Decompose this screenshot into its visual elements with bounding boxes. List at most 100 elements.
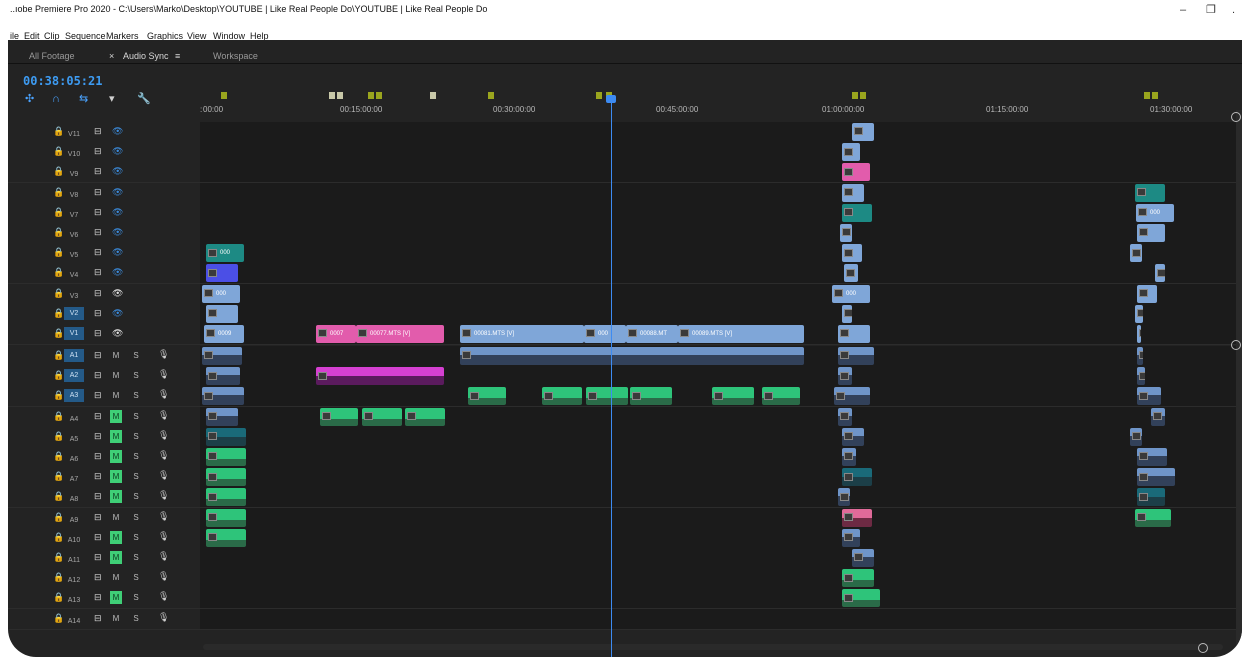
solo-button[interactable]: S [131,450,141,463]
lock-icon[interactable]: 🔒 [53,613,64,623]
mic-icon[interactable]: 🎙 [158,390,169,399]
mute-button[interactable]: M [110,490,122,504]
solo-button[interactable]: S [131,470,141,483]
solo-button[interactable]: S [131,571,141,584]
track-target[interactable]: V10 [64,148,84,161]
zoom-handle[interactable] [1198,643,1208,653]
video-clip[interactable] [1137,284,1157,303]
lock-icon[interactable]: 🔒 [53,288,64,298]
video-clip[interactable] [1155,264,1165,283]
solo-button[interactable]: S [131,349,141,362]
video-clip[interactable] [842,244,862,263]
audio-clip[interactable] [838,367,852,386]
mute-button[interactable]: M [110,612,122,625]
audio-clip[interactable] [206,508,246,527]
audio-clip[interactable] [842,508,872,527]
sync-lock-icon[interactable]: ⊟ [94,573,102,582]
audio-clip[interactable] [206,448,246,466]
audio-clip[interactable] [206,468,246,487]
eye-icon[interactable]: 👁 [112,147,123,156]
mute-button[interactable]: M [110,349,122,362]
lock-icon[interactable]: 🔒 [53,351,64,360]
audio-clip[interactable] [468,387,506,406]
audio-clip[interactable] [206,488,246,507]
lock-icon[interactable]: 🔒 [53,593,64,602]
sync-lock-icon[interactable]: ⊟ [94,371,102,380]
tab-close-icon[interactable]: × [109,52,114,61]
track-lane[interactable] [200,568,1242,589]
timeline-marker[interactable] [488,92,494,99]
audio-clip[interactable] [1130,427,1142,446]
track-lane[interactable] [200,588,1242,609]
playhead-timecode[interactable]: 00:38:05:21 [23,74,102,88]
track-target[interactable]: A1 [64,349,84,362]
track-lane[interactable] [200,527,1242,548]
audio-clip[interactable] [1137,347,1143,365]
track-lane[interactable] [200,122,1242,142]
audio-clip[interactable] [460,347,804,365]
eye-icon[interactable]: 👁 [112,248,123,257]
track-target[interactable]: A13 [64,594,84,607]
track-lane[interactable] [200,182,1242,203]
tab-audio-sync[interactable]: Audio Sync [123,52,169,61]
timeline-marker[interactable] [376,92,382,99]
lock-icon[interactable]: 🔒 [53,268,64,277]
track-lane[interactable] [200,507,1242,528]
video-clip[interactable] [206,304,238,323]
mute-button[interactable]: M [110,409,122,423]
sync-lock-icon[interactable]: ⊟ [94,288,102,298]
mic-icon[interactable]: 🎙 [158,511,169,521]
track-lane[interactable] [200,162,1242,183]
lock-icon[interactable]: 🔒 [53,187,64,197]
track-target[interactable]: V2 [64,306,84,320]
eye-icon[interactable]: 👁 [112,329,123,338]
mute-button[interactable]: M [110,511,122,524]
video-clip[interactable] [838,325,870,343]
playhead-handle[interactable] [606,95,616,103]
track-target[interactable]: V4 [64,269,84,282]
video-clip[interactable]: 000 [206,244,244,263]
sync-lock-icon[interactable]: ⊟ [94,351,102,360]
audio-clip[interactable] [842,468,872,487]
audio-clip[interactable] [834,387,870,406]
solo-button[interactable]: S [131,369,141,382]
mute-button[interactable]: M [110,571,122,584]
audio-clip[interactable] [1137,367,1145,386]
track-target[interactable]: V1 [64,327,84,340]
lock-icon[interactable]: 🔒 [53,573,64,582]
mic-icon[interactable]: 🎙 [158,612,169,622]
eye-icon[interactable]: 👁 [112,228,123,237]
audio-clip[interactable] [206,427,246,446]
track-target[interactable]: V6 [64,229,84,242]
eye-icon[interactable]: 👁 [112,127,123,136]
audio-clip[interactable] [316,367,444,386]
video-clip[interactable]: 000 [202,284,240,303]
sync-lock-icon[interactable]: ⊟ [94,308,102,318]
sync-lock-icon[interactable]: ⊟ [94,329,102,338]
track-lane[interactable] [200,223,1242,243]
lock-icon[interactable]: 🔒 [53,329,64,338]
audio-clip[interactable] [838,407,852,426]
video-clip[interactable] [1135,304,1143,323]
audio-clip[interactable] [206,367,240,386]
video-clip[interactable]: 000 [584,325,626,343]
sync-lock-icon[interactable]: ⊟ [94,228,102,237]
lock-icon[interactable]: 🔒 [53,308,64,318]
mute-button[interactable]: M [110,470,122,484]
mic-icon[interactable]: 🎙 [158,410,169,420]
mute-button[interactable]: M [110,450,122,463]
mic-icon[interactable]: 🎙 [158,552,169,561]
zoom-handle[interactable] [1231,112,1241,122]
track-target[interactable]: A10 [64,534,84,547]
lock-icon[interactable]: 🔒 [53,248,64,257]
lock-icon[interactable]: 🔒 [53,371,64,380]
sync-lock-icon[interactable]: ⊟ [94,127,102,136]
track-target[interactable]: A7 [64,473,84,486]
snap-icon[interactable]: ∩ [52,94,60,105]
audio-clip[interactable] [762,387,800,406]
video-clip[interactable]: 000 [1136,203,1174,222]
sync-lock-icon[interactable]: ⊟ [94,512,102,522]
mute-button[interactable]: M [110,369,122,382]
solo-button[interactable]: S [131,430,141,443]
audio-clip[interactable] [362,407,402,426]
